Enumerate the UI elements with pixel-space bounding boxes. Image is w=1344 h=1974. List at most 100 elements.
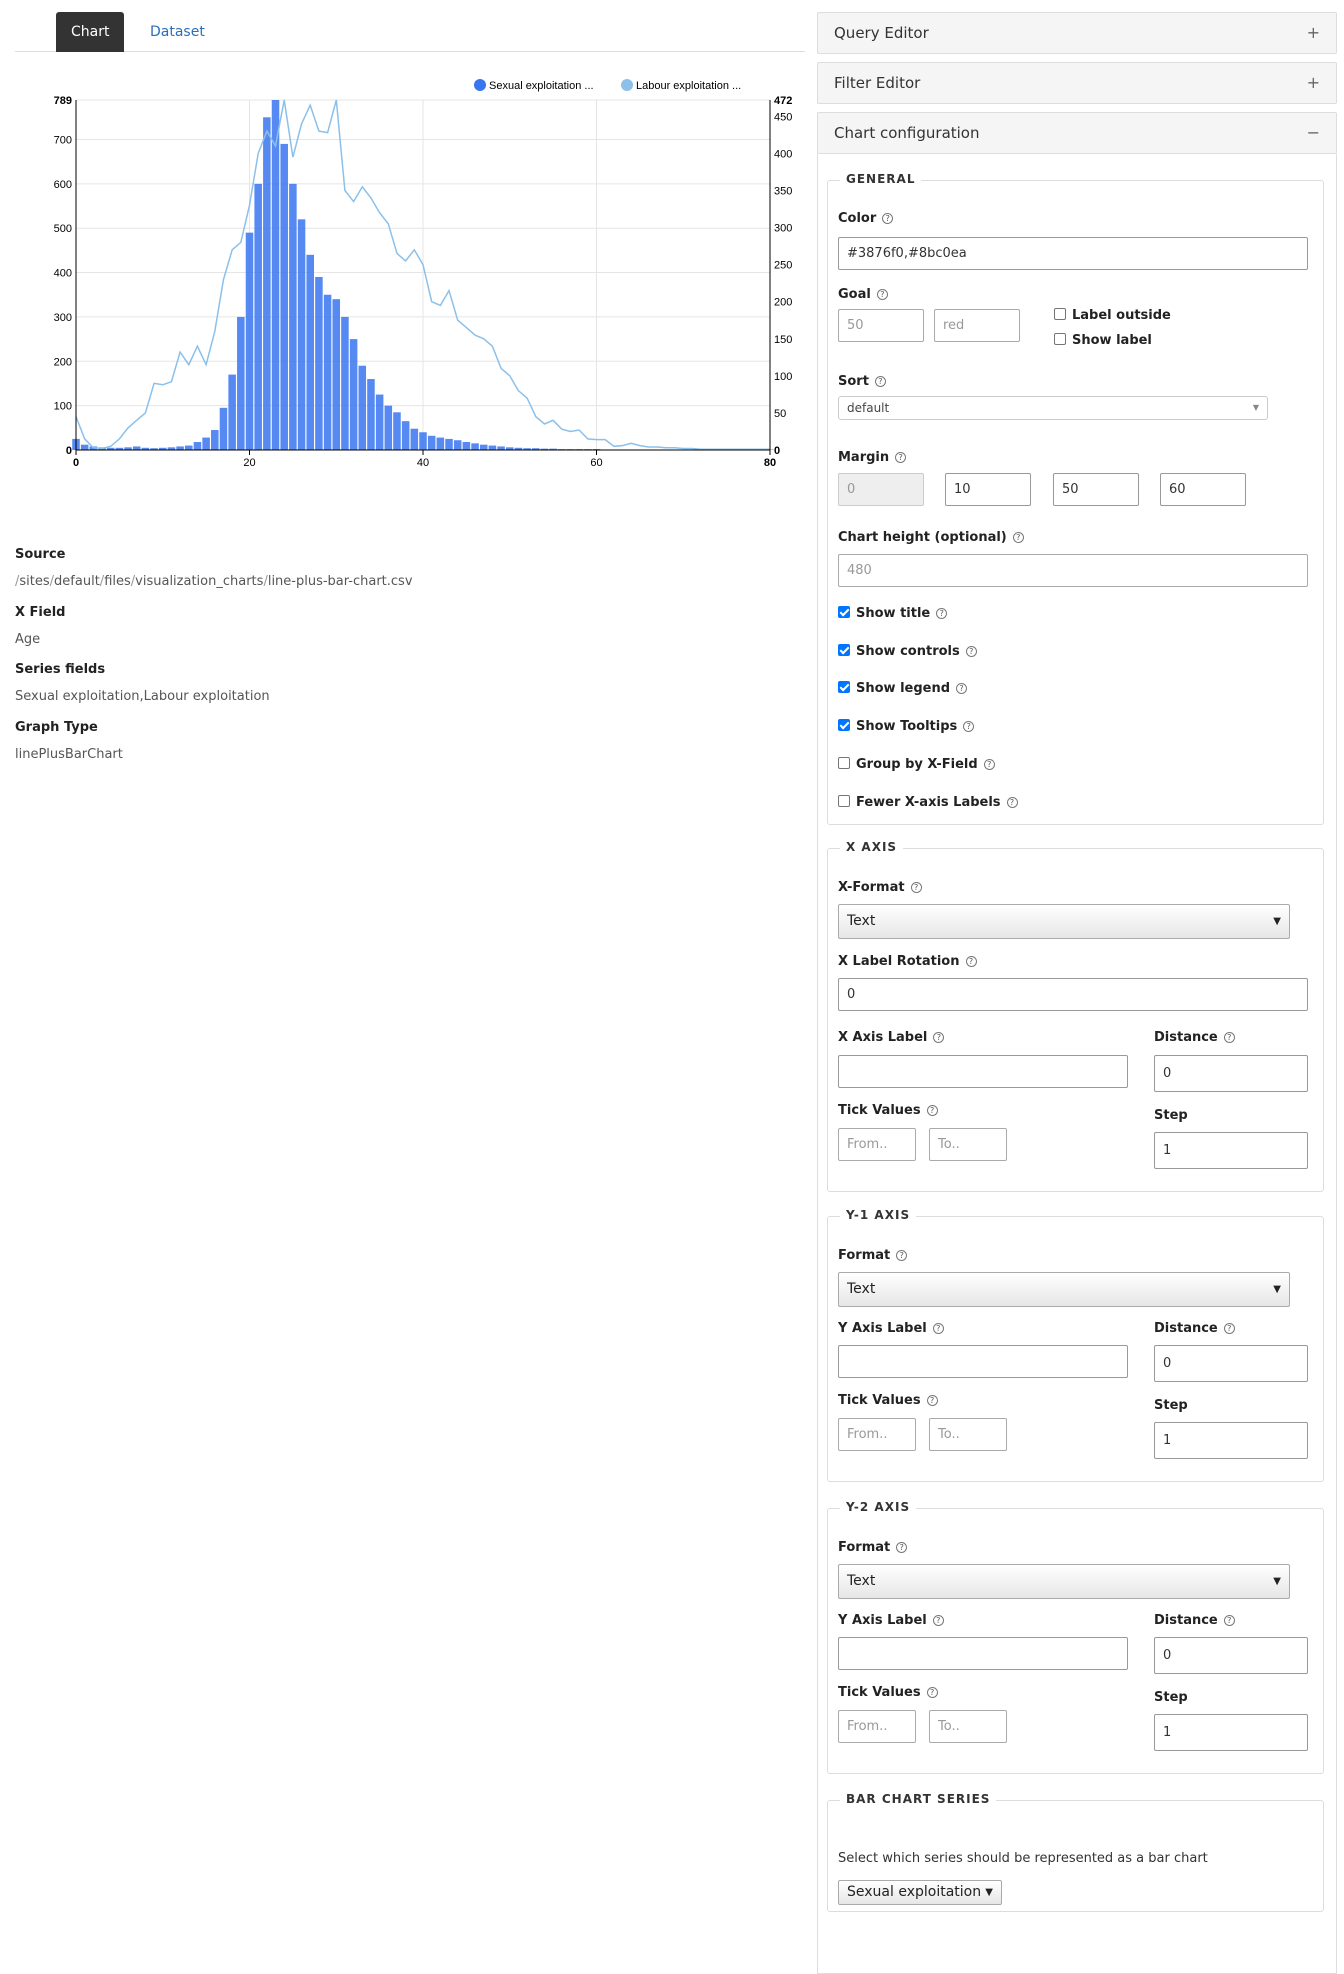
margin-right-input[interactable]: 10 <box>945 473 1031 506</box>
help-icon[interactable]: ? <box>956 683 967 694</box>
help-icon[interactable]: ? <box>1007 797 1018 808</box>
x-distance-input[interactable]: 0 <box>1154 1055 1308 1092</box>
bar[interactable] <box>81 445 89 450</box>
help-icon[interactable]: ? <box>933 1032 944 1043</box>
line-plus-bar-chart[interactable]: 0100200300400500600700789050100150200250… <box>0 60 800 480</box>
legend-label[interactable]: Labour exploitation ... <box>636 80 741 92</box>
checkbox-icon[interactable] <box>838 757 850 769</box>
y1-format-select[interactable]: Text▼ <box>838 1272 1290 1307</box>
bar[interactable] <box>220 408 228 450</box>
y1-distance-input[interactable]: 0 <box>1154 1345 1308 1382</box>
bar[interactable] <box>254 184 262 450</box>
bar-series-select[interactable]: Sexual exploitation▼ <box>838 1880 1002 1905</box>
legend-label[interactable]: Sexual exploitation ... <box>489 80 594 92</box>
filter-editor-toggle[interactable]: Filter Editor + <box>817 62 1337 104</box>
legend-swatch[interactable] <box>621 79 633 91</box>
help-icon[interactable]: ? <box>877 289 888 300</box>
bar[interactable] <box>367 379 375 450</box>
bar[interactable] <box>463 442 471 450</box>
bar[interactable] <box>376 395 384 450</box>
x-format-select[interactable]: Text▼ <box>838 904 1290 939</box>
help-icon[interactable]: ? <box>933 1323 944 1334</box>
y2-tick-from-input[interactable]: From.. <box>838 1710 916 1743</box>
checkbox-icon[interactable] <box>838 719 850 731</box>
help-icon[interactable]: ? <box>882 213 893 224</box>
help-icon[interactable]: ? <box>966 956 977 967</box>
bar[interactable] <box>393 412 401 450</box>
help-icon[interactable]: ? <box>875 376 886 387</box>
bar[interactable] <box>428 436 436 450</box>
help-icon[interactable]: ? <box>984 759 995 770</box>
bar[interactable] <box>194 442 202 450</box>
bar[interactable] <box>480 445 488 450</box>
group-by-checkbox[interactable]: Group by X-Field? <box>838 757 995 772</box>
fewer-labels-checkbox[interactable]: Fewer X-axis Labels? <box>838 795 1018 810</box>
bar[interactable] <box>272 100 280 450</box>
y1-step-input[interactable]: 1 <box>1154 1422 1308 1459</box>
sort-select[interactable]: default▼ <box>838 396 1268 420</box>
bar[interactable] <box>437 438 445 450</box>
y1-tick-from-input[interactable]: From.. <box>838 1418 916 1451</box>
checkbox-icon[interactable] <box>1054 333 1066 345</box>
bar[interactable] <box>228 375 236 450</box>
y2-distance-input[interactable]: 0 <box>1154 1637 1308 1674</box>
bar[interactable] <box>445 439 453 450</box>
chart-config-toggle[interactable]: Chart configuration − <box>817 112 1337 154</box>
y1-tick-to-input[interactable]: To.. <box>929 1418 1007 1451</box>
help-icon[interactable]: ? <box>911 882 922 893</box>
x-axis-label-input[interactable] <box>838 1055 1128 1088</box>
help-icon[interactable]: ? <box>936 608 947 619</box>
help-icon[interactable]: ? <box>1013 532 1024 543</box>
bar[interactable] <box>237 317 245 450</box>
y2-format-select[interactable]: Text▼ <box>838 1564 1290 1599</box>
y2-tick-to-input[interactable]: To.. <box>929 1710 1007 1743</box>
legend-swatch[interactable] <box>474 79 486 91</box>
help-icon[interactable]: ? <box>927 1395 938 1406</box>
x-step-input[interactable]: 1 <box>1154 1132 1308 1169</box>
help-icon[interactable]: ? <box>963 721 974 732</box>
goal-value-input[interactable]: 50 <box>838 309 924 342</box>
help-icon[interactable]: ? <box>896 1250 907 1261</box>
bar[interactable] <box>350 339 358 450</box>
y2-step-input[interactable]: 1 <box>1154 1714 1308 1751</box>
margin-bottom-input[interactable]: 50 <box>1053 473 1139 506</box>
show-legend-checkbox[interactable]: Show legend? <box>838 681 967 696</box>
x-tick-to-input[interactable]: To.. <box>929 1128 1007 1161</box>
show-label-checkbox[interactable]: Show label <box>1054 333 1152 348</box>
bar[interactable] <box>176 446 184 450</box>
bar[interactable] <box>471 443 479 450</box>
color-input[interactable]: #3876f0,#8bc0ea <box>838 237 1308 270</box>
checkbox-icon[interactable] <box>838 795 850 807</box>
help-icon[interactable]: ? <box>927 1687 938 1698</box>
bar[interactable] <box>246 233 254 450</box>
tab-dataset[interactable]: Dataset <box>135 12 220 52</box>
bar[interactable] <box>306 255 314 450</box>
x-tick-from-input[interactable]: From.. <box>838 1128 916 1161</box>
checkbox-icon[interactable] <box>838 681 850 693</box>
bar[interactable] <box>315 277 323 450</box>
bar[interactable] <box>280 144 288 450</box>
bar[interactable] <box>402 421 410 450</box>
bar[interactable] <box>341 317 349 450</box>
show-title-checkbox[interactable]: Show title? <box>838 606 947 621</box>
label-outside-checkbox[interactable]: Label outside <box>1054 308 1171 323</box>
bar[interactable] <box>497 446 505 450</box>
bar[interactable] <box>324 295 332 450</box>
margin-left-input[interactable]: 60 <box>1160 473 1246 506</box>
bar[interactable] <box>332 299 340 450</box>
help-icon[interactable]: ? <box>895 452 906 463</box>
tab-chart[interactable]: Chart <box>56 12 124 52</box>
help-icon[interactable]: ? <box>1224 1323 1235 1334</box>
bar[interactable] <box>133 446 141 450</box>
y2-axis-label-input[interactable] <box>838 1637 1128 1670</box>
help-icon[interactable]: ? <box>1224 1615 1235 1626</box>
bar[interactable] <box>185 446 193 450</box>
help-icon[interactable]: ? <box>927 1105 938 1116</box>
bar[interactable] <box>298 219 306 450</box>
x-rotation-input[interactable]: 0 <box>838 978 1308 1011</box>
checkbox-icon[interactable] <box>838 644 850 656</box>
goal-color-input[interactable]: red <box>934 309 1020 342</box>
checkbox-icon[interactable] <box>838 606 850 618</box>
bar[interactable] <box>411 429 419 450</box>
bar[interactable] <box>263 117 271 450</box>
